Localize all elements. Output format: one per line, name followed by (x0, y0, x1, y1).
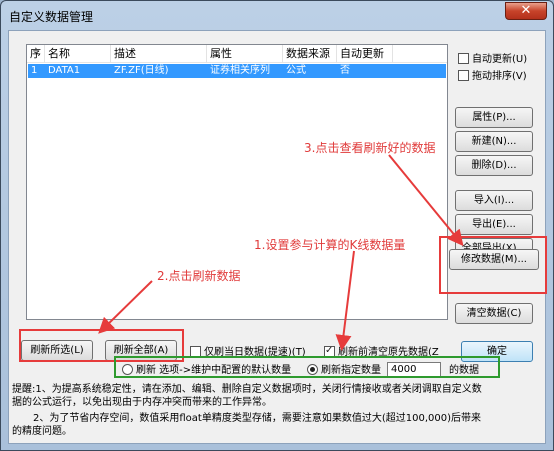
close-button[interactable]: ✕ (505, 2, 547, 20)
arrow-step-1 (335, 250, 355, 351)
arrow-step-3 (388, 154, 464, 247)
dialog-client-area: 序 名称 描述 属性 数据来源 自动更新 1 DATA1 ZF.ZF(日线) 证… (8, 30, 547, 444)
close-icon: ✕ (520, 3, 532, 18)
custom-data-manager-window: 自定义数据管理 ✕ 序 名称 描述 属性 数据来源 自动更新 1 DATA1 Z… (0, 0, 554, 451)
arrow-step-2 (98, 280, 153, 334)
title-bar[interactable]: 自定义数据管理 ✕ (1, 1, 553, 29)
window-title: 自定义数据管理 (9, 10, 94, 24)
annotation-arrows (98, 154, 464, 351)
